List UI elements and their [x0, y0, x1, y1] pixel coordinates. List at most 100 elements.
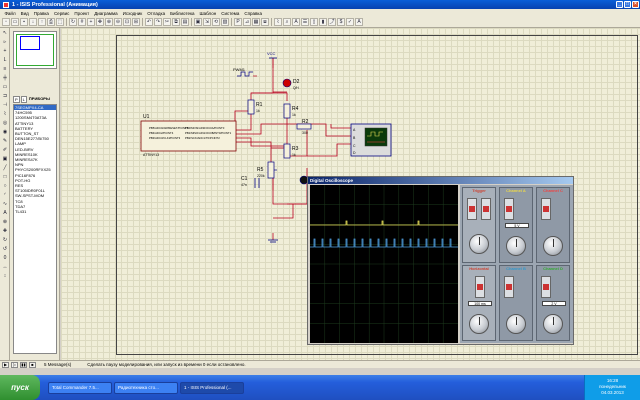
netlist-to-ares-icon[interactable]: A — [355, 18, 363, 26]
block-delete-icon[interactable]: ▧ — [221, 18, 229, 26]
list-item[interactable]: TL431 — [14, 209, 56, 214]
print-icon[interactable]: ⎙ — [47, 18, 55, 26]
zoom-area-icon[interactable]: ⊞ — [132, 18, 140, 26]
circle-2d-icon[interactable]: ○ — [1, 182, 9, 190]
potentiometer-r5[interactable]: R5 220k — [257, 161, 277, 179]
menu-view[interactable]: Вид — [18, 11, 31, 16]
pan-icon[interactable]: ✥ — [96, 18, 104, 26]
channel-d-coupling-switch[interactable] — [541, 276, 551, 298]
block-rotate-icon[interactable]: ⟲ — [212, 18, 220, 26]
resistor-r1[interactable]: R1 1k — [247, 99, 263, 115]
block-copy-icon[interactable]: ▣ — [194, 18, 202, 26]
taskbar-item-isis[interactable]: 1 - ISIS Professional (... — [180, 381, 244, 394]
zoom-all-icon[interactable]: ⊡ — [123, 18, 131, 26]
library-manager-button[interactable]: L — [20, 96, 27, 103]
menu-library[interactable]: Библиотека — [168, 11, 197, 16]
text-script-icon[interactable]: ≡ — [1, 65, 9, 73]
decompose-icon[interactable]: ⧈ — [261, 18, 269, 26]
undo-icon[interactable]: ↶ — [145, 18, 153, 26]
menu-system[interactable]: Система — [219, 11, 242, 16]
menu-template[interactable]: Шаблон — [197, 11, 219, 16]
play-button[interactable]: ▶ — [2, 361, 9, 368]
print-area-icon[interactable]: ⬚ — [56, 18, 64, 26]
channel-b-coupling-switch[interactable] — [504, 276, 514, 298]
menu-help[interactable]: Справка — [242, 11, 265, 16]
zoom-out-icon[interactable]: ⊖ — [114, 18, 122, 26]
current-probe-icon[interactable]: ✐ — [1, 146, 9, 154]
export-icon[interactable]: ↑ — [38, 18, 46, 26]
selection-mode-icon[interactable]: ↖ — [1, 29, 9, 37]
open-folder-icon[interactable]: ▭ — [11, 18, 19, 26]
subcircuit-icon[interactable]: ▭ — [1, 83, 9, 91]
menu-tools[interactable]: Сервис — [51, 11, 71, 16]
symbol-2d-icon[interactable]: ⊛ — [1, 218, 9, 226]
close-button[interactable]: × — [632, 1, 639, 8]
device-pin-icon[interactable]: ⊣ — [1, 101, 9, 109]
trigger-level-knob[interactable] — [469, 234, 489, 254]
resistor-r2[interactable]: R2 300 — [296, 119, 312, 135]
taskbar-item-radiotechnika[interactable]: Радиотехника сто... — [114, 381, 178, 394]
paste-icon[interactable]: ▤ — [181, 18, 189, 26]
terminal-icon[interactable]: ⊐ — [1, 92, 9, 100]
pwm-generator[interactable]: PWM1 — [233, 67, 257, 77]
zoom-in-icon[interactable]: ⊕ — [105, 18, 113, 26]
channel-c-volts-knob[interactable] — [543, 236, 563, 256]
exit-to-parent-icon[interactable]: ⤴ — [328, 18, 336, 26]
oscilloscope-symbol[interactable]: A B C D — [350, 123, 392, 157]
line-2d-icon[interactable]: ╱ — [1, 164, 9, 172]
mirror-x-icon[interactable]: ↔ — [1, 263, 9, 271]
resistor-r4[interactable]: R4 1k — [283, 103, 299, 119]
pause-button[interactable]: ▮▮ — [20, 361, 27, 368]
remove-sheet-icon[interactable]: ▮ — [319, 18, 327, 26]
overview-window[interactable] — [13, 31, 57, 69]
maximize-button[interactable]: □ — [624, 1, 631, 8]
voltage-probe-icon[interactable]: ✎ — [1, 137, 9, 145]
mcu-u1[interactable]: U1 ATTINY13 PB5/ADC0/dW/RESET/PCINT5 PB4… — [140, 114, 237, 157]
electrical-rule-check-icon[interactable]: ✓ — [346, 18, 354, 26]
import-icon[interactable]: ↓ — [29, 18, 37, 26]
menu-file[interactable]: Файл — [2, 11, 18, 16]
property-tool-icon[interactable]: A — [292, 18, 300, 26]
channel-a-volts-knob[interactable] — [506, 236, 526, 256]
stop-button[interactable]: ■ — [29, 361, 36, 368]
grid-icon[interactable]: # — [78, 18, 86, 26]
graph-icon[interactable]: ⌇ — [1, 110, 9, 118]
menu-edit[interactable]: Правка — [31, 11, 51, 16]
junction-dot-icon[interactable]: + — [1, 47, 9, 55]
mirror-y-icon[interactable]: ↕ — [1, 272, 9, 280]
menu-design[interactable]: Проект — [72, 11, 92, 16]
block-move-icon[interactable]: ⇲ — [203, 18, 211, 26]
oscilloscope-window[interactable]: Digital Oscilloscope Trigger Channel A 5… — [307, 176, 574, 345]
menu-source[interactable]: Исходник — [120, 11, 145, 16]
new-sheet-icon[interactable]: ▯ — [310, 18, 318, 26]
step-button[interactable]: ▷ — [11, 361, 18, 368]
arc-2d-icon[interactable]: ◜ — [1, 191, 9, 199]
package-tool-icon[interactable]: ▦ — [252, 18, 260, 26]
wire-autorouter-icon[interactable]: ⌇ — [274, 18, 282, 26]
rotate-angle-icon[interactable]: 0 — [1, 254, 9, 262]
device-list[interactable]: 7SEGMPX4-CA 74HC595 1200SM4T0AT3A ATTINY… — [13, 104, 57, 354]
bus-icon[interactable]: ╪ — [1, 74, 9, 82]
minimize-button[interactable]: _ — [616, 1, 623, 8]
rotate-ccw-icon[interactable]: ↺ — [1, 245, 9, 253]
refresh-icon[interactable]: ↻ — [69, 18, 77, 26]
horizontal-position-switch[interactable] — [475, 276, 485, 298]
virtual-instrument-icon[interactable]: ▣ — [1, 155, 9, 163]
ground-terminal[interactable] — [268, 233, 278, 243]
timebase-knob[interactable] — [469, 314, 489, 334]
message-count[interactable]: 5 Message(s) — [44, 362, 71, 367]
rotate-cw-icon[interactable]: ↻ — [1, 236, 9, 244]
design-explorer-icon[interactable]: ☰ — [301, 18, 309, 26]
make-device-icon[interactable]: ⊿ — [243, 18, 251, 26]
search-icon[interactable]: ⌕ — [283, 18, 291, 26]
channel-a-coupling-switch[interactable] — [504, 198, 514, 220]
generator-icon[interactable]: ◉ — [1, 128, 9, 136]
pick-devices-button[interactable]: P — [13, 96, 20, 103]
taskbar-item-total-commander[interactable]: Total Commander 7.5... — [48, 381, 112, 394]
bill-of-materials-icon[interactable]: $ — [337, 18, 345, 26]
oscilloscope-title[interactable]: Digital Oscilloscope — [308, 177, 573, 184]
menu-debug[interactable]: Отладка — [145, 11, 168, 16]
channel-d-volts-knob[interactable] — [543, 314, 563, 334]
origin-icon[interactable]: + — [87, 18, 95, 26]
marker-2d-icon[interactable]: ✚ — [1, 227, 9, 235]
